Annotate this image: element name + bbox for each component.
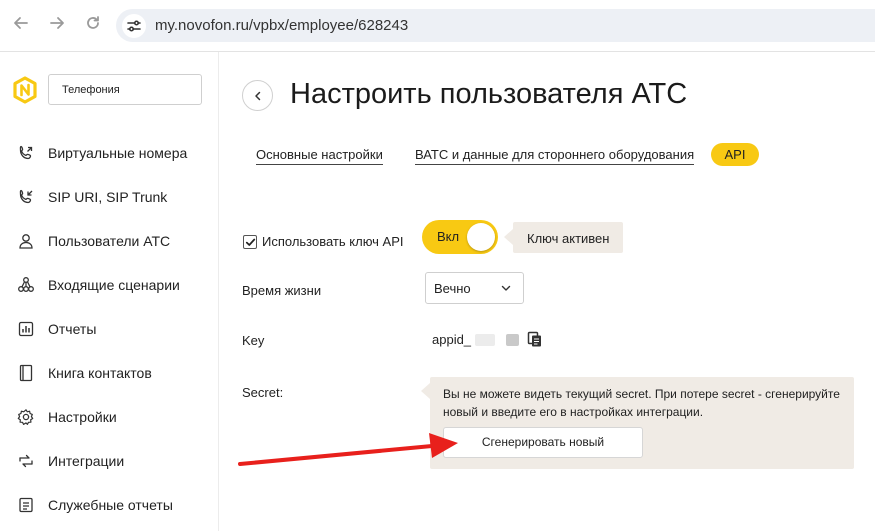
sidebar-item-label: Книга контактов	[48, 365, 152, 381]
sidebar: Телефония Виртуальные номера SIP URI, SI…	[0, 52, 219, 531]
sidebar-item-pbx-users[interactable]: Пользователи АТС	[0, 226, 219, 256]
sidebar-item-label: Пользователи АТС	[48, 233, 171, 249]
key-label: Key	[242, 333, 265, 348]
product-select[interactable]: Телефония	[48, 74, 202, 105]
sidebar-item-reports[interactable]: Отчеты	[0, 314, 219, 344]
report-icon	[17, 320, 35, 338]
sidebar-item-service-reports[interactable]: Служебные отчеты	[0, 490, 219, 520]
phone-icon	[17, 188, 35, 206]
user-icon	[17, 232, 35, 250]
sidebar-item-contact-book[interactable]: Книга контактов	[0, 358, 219, 388]
toggle-label: Вкл	[437, 229, 460, 244]
page-title: Настроить пользователя АТС	[290, 78, 688, 110]
reload-icon[interactable]	[82, 14, 104, 36]
toggle-knob	[467, 223, 495, 251]
sidebar-item-incoming-scenarios[interactable]: Входящие сценарии	[0, 270, 219, 300]
sidebar-item-label: Интеграции	[48, 453, 125, 469]
sidebar-item-virtual-numbers[interactable]: Виртуальные номера	[0, 138, 219, 168]
use-api-key-label[interactable]: Использовать ключ API	[262, 234, 404, 249]
sidebar-item-label: Виртуальные номера	[48, 145, 188, 161]
lifetime-label: Время жизни	[242, 283, 322, 298]
back-arrow-icon[interactable]	[10, 14, 32, 36]
key-status-hint: Ключ активен	[504, 222, 623, 253]
sidebar-item-settings[interactable]: Настройки	[0, 402, 219, 432]
secret-info-text: Вы не можете видеть текущий secret. При …	[443, 387, 840, 419]
service-report-icon	[17, 496, 35, 514]
api-key-toggle[interactable]: Вкл	[422, 220, 498, 254]
secret-label: Secret:	[242, 385, 284, 400]
browser-toolbar: my.novofon.ru/vpbx/employee/628243	[0, 0, 875, 52]
sidebar-item-integrations[interactable]: Интеграции	[0, 446, 219, 476]
scenario-icon	[17, 276, 35, 294]
sidebar-item-label: Настройки	[48, 409, 117, 425]
site-settings-icon[interactable]	[122, 14, 146, 38]
gear-icon	[17, 408, 35, 426]
phone-icon	[17, 144, 35, 162]
integrations-icon	[17, 452, 35, 470]
chevron-down-icon	[501, 285, 511, 291]
address-bar[interactable]: my.novofon.ru/vpbx/employee/628243	[116, 9, 875, 42]
tab-main-settings[interactable]: Основные настройки	[256, 147, 383, 165]
checkmark-icon	[245, 238, 255, 246]
key-redaction	[506, 334, 519, 346]
tab-label: Основные настройки	[256, 147, 383, 165]
key-value: appid_	[432, 332, 472, 347]
contacts-book-icon	[17, 364, 35, 382]
forward-arrow-icon[interactable]	[46, 14, 68, 36]
secret-info-panel: Вы не можете видеть текущий secret. При …	[421, 377, 854, 469]
tab-vpbx-equipment[interactable]: ВАТС и данные для стороннего оборудовани…	[415, 147, 695, 165]
sidebar-item-label: Входящие сценарии	[48, 277, 180, 293]
use-api-key-checkbox[interactable]	[243, 235, 257, 249]
chevron-left-icon	[254, 91, 260, 100]
copy-icon[interactable]	[527, 331, 543, 348]
back-button[interactable]	[242, 80, 273, 111]
tab-api[interactable]: API	[711, 143, 759, 166]
sidebar-item-label: Служебные отчеты	[48, 497, 173, 513]
lifetime-select[interactable]: Вечно	[425, 272, 524, 304]
url-text: my.novofon.ru/vpbx/employee/628243	[155, 17, 409, 34]
sidebar-item-label: Отчеты	[48, 321, 97, 337]
lifetime-value: Вечно	[434, 281, 471, 296]
novofon-logo	[12, 76, 38, 104]
tab-label: ВАТС и данные для стороннего оборудовани…	[415, 147, 695, 165]
sidebar-item-label: SIP URI, SIP Trunk	[48, 189, 168, 205]
generate-secret-button[interactable]: Сгенерировать новый	[443, 427, 643, 458]
sidebar-item-sip-uri[interactable]: SIP URI, SIP Trunk	[0, 182, 219, 212]
key-redaction	[475, 334, 495, 346]
